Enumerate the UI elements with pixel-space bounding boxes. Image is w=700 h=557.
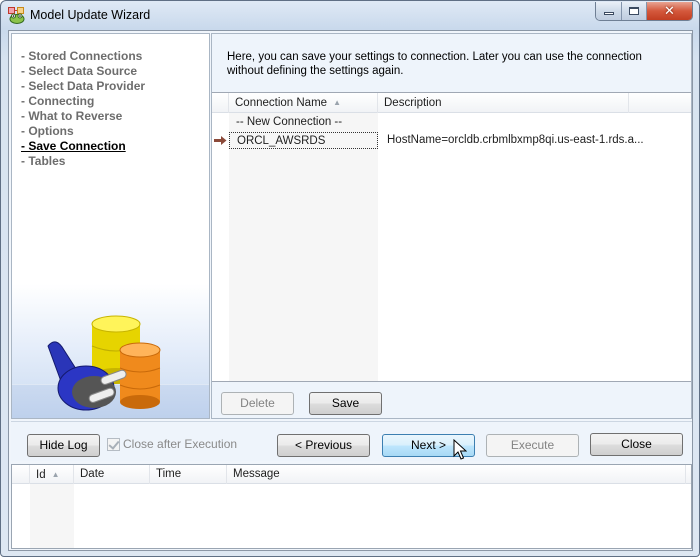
- step-what-to-reverse: - What to Reverse: [21, 109, 123, 123]
- sort-ascending-icon: ▲: [333, 98, 341, 107]
- caption-buttons: ✕: [595, 2, 693, 21]
- log-grid: Id ▲ Date Time Message: [11, 464, 692, 549]
- wizard-client-area: - Stored Connections - Select Data Sourc…: [8, 30, 693, 551]
- delete-button[interactable]: Delete: [221, 392, 294, 415]
- log-column-message[interactable]: Message: [227, 465, 686, 484]
- app-icon: [8, 7, 25, 24]
- database-plug-icon: [47, 315, 161, 411]
- log-column-date[interactable]: Date: [74, 465, 150, 484]
- column-label: Id: [36, 469, 46, 481]
- current-row-arrow-icon: [214, 136, 227, 145]
- step-save-connection: - Save Connection: [21, 139, 126, 153]
- column-label: Message: [233, 468, 280, 480]
- log-column-time[interactable]: Time: [150, 465, 227, 484]
- wizard-action-bar: Hide Log Close after Execution < Previou…: [11, 421, 692, 461]
- maximize-button[interactable]: [622, 2, 647, 20]
- execute-button[interactable]: Execute: [486, 434, 579, 457]
- column-label: Time: [156, 468, 182, 480]
- log-column-id[interactable]: Id ▲: [30, 465, 74, 484]
- step-options: - Options: [21, 124, 74, 138]
- grid-row-orcl-awsrds[interactable]: ORCL_AWSRDS HostName=orcldb.crbmlbxmp8qi…: [212, 132, 691, 149]
- grid-header: Connection Name ▲ Description: [212, 93, 691, 113]
- column-header-filler: [629, 93, 691, 113]
- window-title: Model Update Wizard: [30, 8, 151, 22]
- grid-buttons: Delete Save: [212, 383, 691, 419]
- log-row-header-corner: [12, 465, 30, 484]
- checkbox-checked-icon[interactable]: [107, 437, 120, 451]
- step-stored-connections: - Stored Connections: [21, 49, 143, 63]
- row-header[interactable]: [212, 114, 229, 131]
- row-header-corner: [212, 93, 229, 113]
- title-bar[interactable]: Model Update Wizard ✕: [1, 1, 699, 31]
- cell-connection-name[interactable]: ORCL_AWSRDS: [229, 132, 378, 149]
- checkbox-label: Close after Execution: [123, 437, 238, 451]
- cell-description[interactable]: HostName=orcldb.crbmlbxmp8qi.us-east-1.r…: [378, 132, 644, 149]
- connections-grid: Connection Name ▲ Description -- New Conn…: [212, 92, 691, 382]
- column-header-connection-name[interactable]: Connection Name ▲: [229, 93, 378, 113]
- previous-button[interactable]: < Previous: [277, 434, 370, 457]
- steps-list: - Stored Connections - Select Data Sourc…: [21, 49, 145, 169]
- log-grid-header: Id ▲ Date Time Message: [12, 465, 691, 484]
- grid-row-new-connection[interactable]: -- New Connection --: [212, 114, 691, 131]
- column-label: Date: [80, 468, 105, 480]
- step-tables: - Tables: [21, 154, 66, 168]
- step-connecting: - Connecting: [21, 94, 95, 108]
- close-window-button[interactable]: ✕: [647, 2, 692, 20]
- cell-connection-name[interactable]: -- New Connection --: [229, 114, 378, 131]
- minimize-button[interactable]: [596, 2, 622, 20]
- cell-description[interactable]: [378, 114, 629, 131]
- save-button[interactable]: Save: [309, 392, 382, 415]
- steps-panel: - Stored Connections - Select Data Sourc…: [11, 33, 210, 419]
- column-label: Connection Name: [235, 97, 328, 109]
- wizard-illustration: [12, 284, 209, 418]
- hide-log-button[interactable]: Hide Log: [27, 434, 100, 457]
- sort-ascending-icon: ▲: [51, 470, 60, 479]
- column-label: Description: [384, 97, 442, 109]
- minimize-icon: [603, 12, 614, 15]
- mouse-cursor-icon: [453, 439, 467, 460]
- step-select-data-provider: - Select Data Provider: [21, 79, 146, 93]
- log-id-column-background: [30, 484, 74, 548]
- log-row-header-column: [12, 484, 29, 548]
- save-connection-panel: Here, you can save your settings to conn…: [211, 33, 692, 419]
- intro-text: Here, you can save your settings to conn…: [227, 51, 642, 77]
- maximize-icon: [629, 7, 639, 15]
- column-header-description[interactable]: Description: [378, 93, 629, 113]
- close-button[interactable]: Close: [590, 433, 683, 456]
- step-select-data-source: - Select Data Source: [21, 64, 138, 78]
- wizard-window: Model Update Wizard ✕ - Stored Connectio…: [0, 0, 700, 557]
- row-header[interactable]: [212, 132, 229, 149]
- close-icon: ✕: [664, 3, 675, 18]
- close-after-execution-checkbox[interactable]: Close after Execution: [107, 437, 237, 451]
